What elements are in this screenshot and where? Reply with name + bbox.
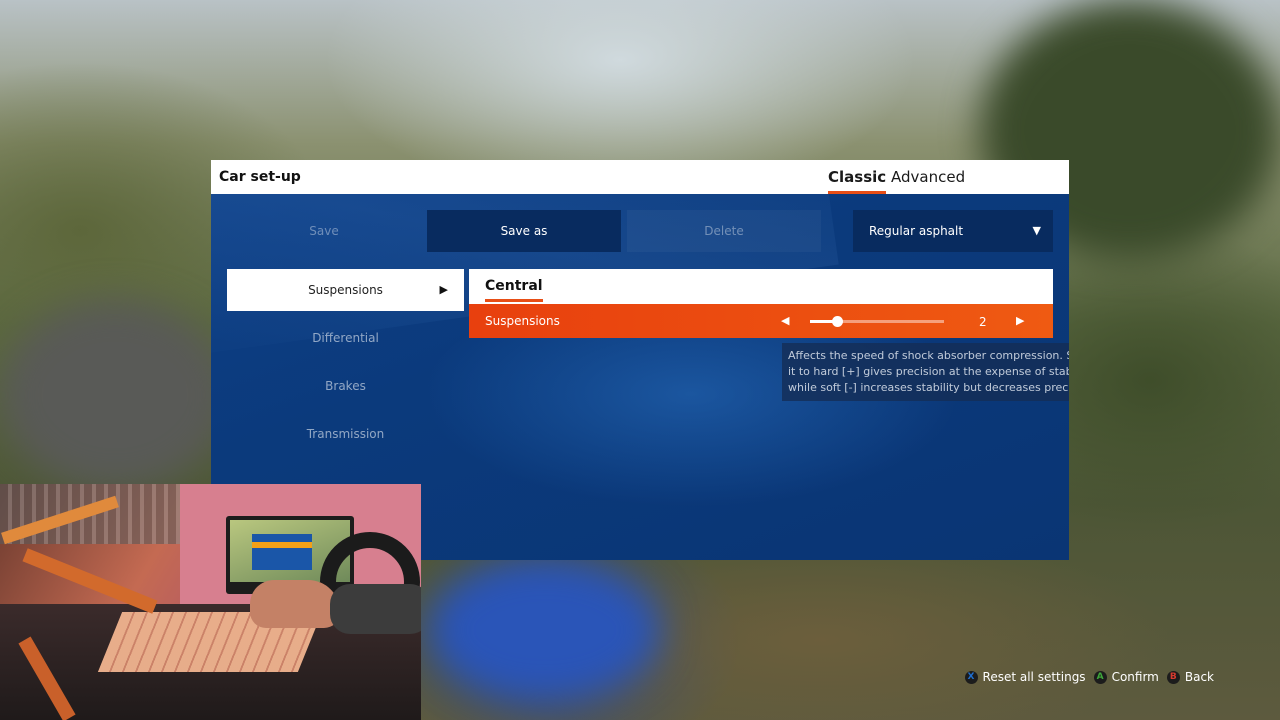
back-hint[interactable]: B Back — [1166, 670, 1214, 684]
delete-button[interactable]: Delete — [627, 210, 821, 252]
tab-classic[interactable]: Classic — [828, 168, 887, 194]
surface-dropdown-value: Regular asphalt — [869, 224, 964, 238]
decrease-arrow-icon[interactable]: ◀ — [781, 314, 789, 327]
button-hints: X Reset all settings A Confirm B Back — [964, 668, 1214, 686]
page-title: Car set-up — [219, 169, 301, 185]
section-title: Central — [485, 278, 543, 302]
slider-knob[interactable] — [831, 316, 843, 327]
sidebar-item-transmission[interactable]: Transmission — [227, 413, 464, 455]
tab-advanced[interactable]: Advanced — [891, 168, 965, 186]
sidebar-item-differential[interactable]: Differential — [227, 317, 464, 359]
background-car — [430, 560, 660, 700]
setting-description: Affects the speed of shock absorber comp… — [782, 343, 1069, 401]
b-button-icon: B — [1166, 670, 1180, 684]
sidebar-item-label: Transmission — [306, 427, 385, 441]
sidebar-item-brakes[interactable]: Brakes — [227, 365, 464, 407]
sidebar-item-label: Differential — [312, 331, 379, 345]
suspension-slider[interactable] — [810, 316, 944, 327]
hint-label: Reset all settings — [982, 670, 1086, 684]
sidebar-item-label: Brakes — [325, 379, 366, 393]
triangle-right-icon: ▶ — [439, 283, 448, 296]
confirm-hint[interactable]: A Confirm — [1093, 670, 1159, 684]
x-button-icon: X — [964, 670, 978, 684]
background-road — [0, 300, 230, 490]
sidebar-item-suspensions[interactable]: Suspensions ▶ — [227, 269, 464, 311]
increase-arrow-icon[interactable]: ▶ — [1016, 314, 1024, 327]
save-as-button[interactable]: Save as — [427, 210, 621, 252]
a-button-icon: A — [1093, 670, 1107, 684]
sidebar-item-label: Suspensions — [308, 283, 383, 297]
setting-value: 2 — [979, 315, 987, 329]
surface-dropdown[interactable]: Regular asphalt ▼ — [853, 210, 1053, 252]
setting-label: Suspensions — [485, 314, 560, 328]
save-button[interactable]: Save — [227, 210, 421, 252]
suspensions-setting-row[interactable]: Suspensions ◀ 2 ▶ — [469, 304, 1053, 338]
title-bar: Car set-up Classic Advanced — [211, 160, 1069, 194]
triangle-down-icon: ▼ — [1032, 224, 1041, 237]
reset-all-settings-hint[interactable]: X Reset all settings — [964, 670, 1086, 684]
webcam-overlay — [0, 484, 421, 720]
hint-label: Confirm — [1111, 670, 1159, 684]
hint-label: Back — [1184, 670, 1214, 684]
section-header: Central — [469, 269, 1053, 304]
